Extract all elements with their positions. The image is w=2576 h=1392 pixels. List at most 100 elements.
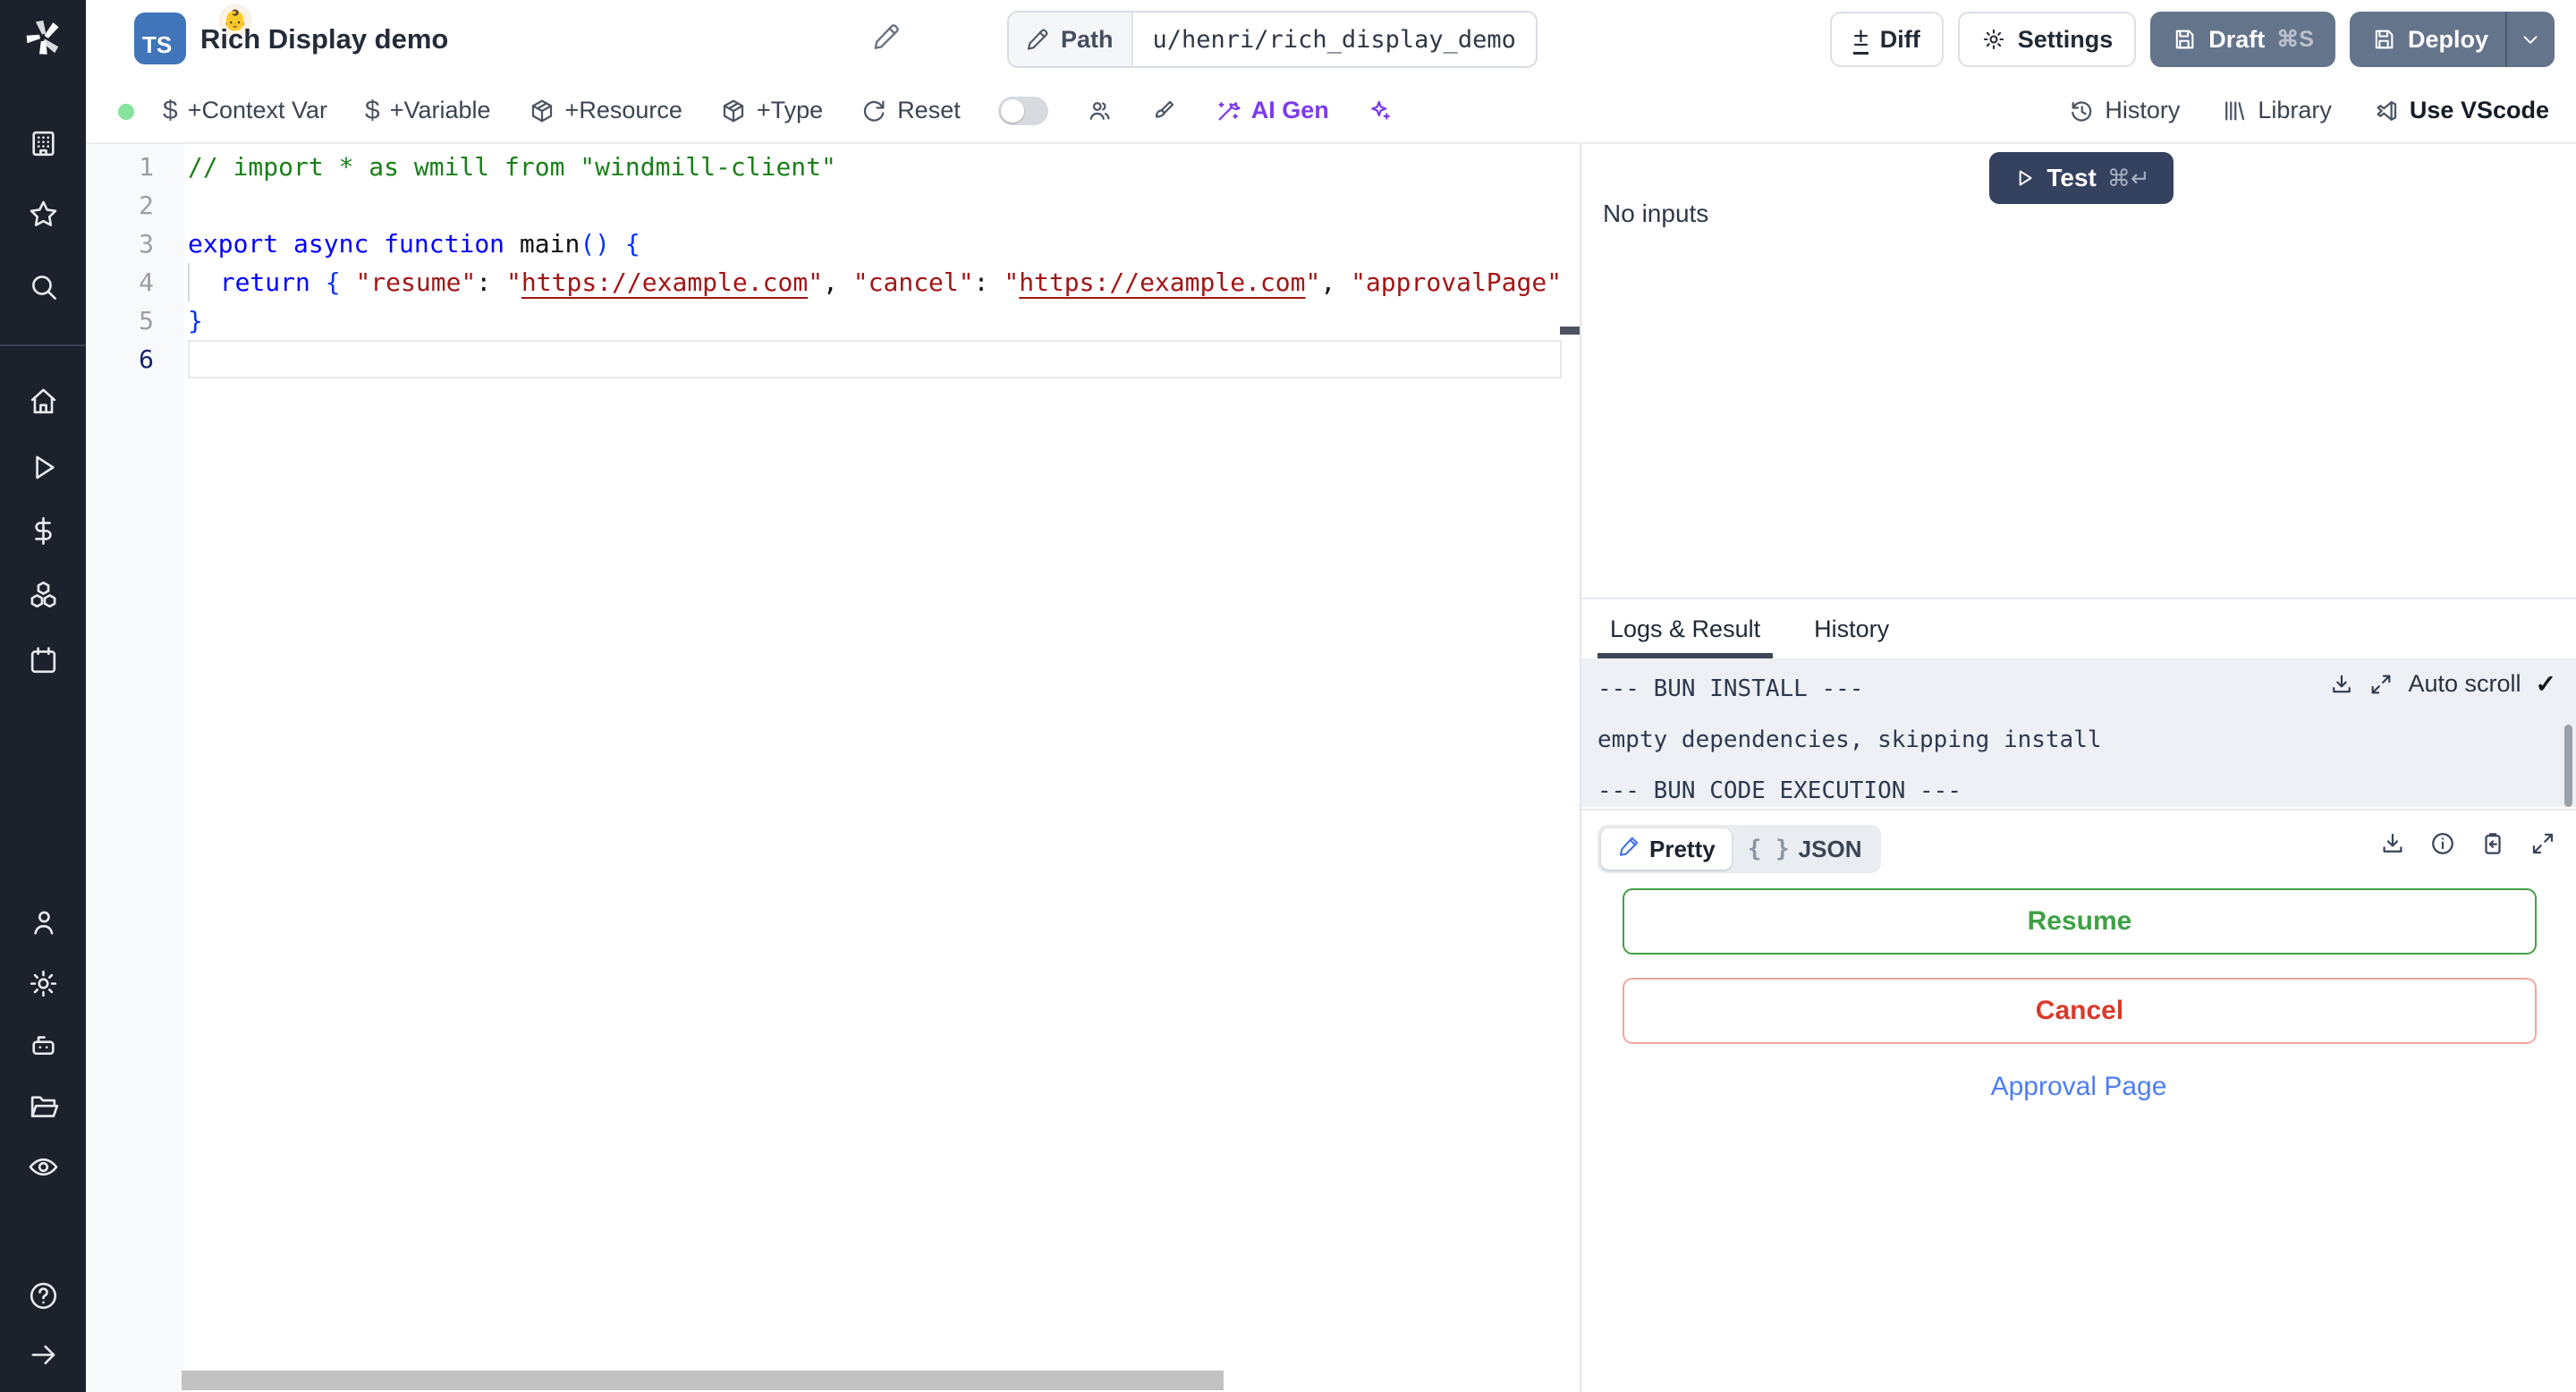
history-button[interactable]: History — [2068, 97, 2180, 124]
page-title: Rich Display demo — [200, 23, 449, 55]
line-number: 6 — [139, 344, 154, 374]
code-lines[interactable]: // import * as wmill from "windmill-clie… — [188, 148, 1562, 378]
package-icon — [531, 99, 552, 122]
line-number: 3 — [139, 229, 154, 259]
dollar-icon: $ — [163, 95, 178, 125]
save-icon — [2176, 30, 2194, 49]
edit-title-pencil-icon[interactable] — [871, 21, 902, 56]
format-brush-button[interactable] — [1150, 98, 1177, 124]
audit-eye-icon[interactable] — [0, 1147, 86, 1186]
add-resource-label: +Resource — [564, 97, 682, 123]
add-context-var-button[interactable]: $ +Context Var — [163, 96, 327, 126]
tab-logs-result[interactable]: Logs & Result — [1597, 599, 1774, 658]
use-vscode-label: Use VScode — [2409, 97, 2549, 123]
sparkles-button[interactable] — [1367, 98, 1394, 124]
add-variable-button[interactable]: $ +Variable — [365, 96, 491, 126]
draft-button[interactable]: Draft ⌘S — [2150, 12, 2335, 67]
typescript-badge: TS 👶 — [134, 5, 250, 64]
expand-icon[interactable] — [2368, 672, 2394, 697]
deploy-button[interactable]: Deploy — [2349, 12, 2555, 67]
download-icon[interactable] — [2329, 672, 2354, 697]
toolbar-toggle[interactable] — [997, 96, 1048, 125]
runs-play-icon[interactable] — [0, 447, 86, 487]
resume-button[interactable]: Resume — [1623, 888, 2537, 955]
test-shortcut: ⌘↵ — [2106, 164, 2150, 191]
toggle-knob — [1000, 98, 1024, 123]
add-variable-label: +Variable — [389, 97, 491, 123]
add-context-var-label: +Context Var — [187, 97, 328, 123]
add-type-button[interactable]: +Type — [720, 97, 823, 124]
code-line[interactable] — [188, 186, 1562, 225]
schedules-calendar-icon[interactable] — [0, 641, 86, 680]
settings-button[interactable]: Settings — [1957, 12, 2137, 67]
pencil-icon — [1027, 29, 1048, 50]
json-tab[interactable]: { } JSON — [1732, 828, 1878, 870]
path-value[interactable]: u/henri/rich_display_demo — [1133, 26, 1536, 54]
path-field[interactable]: Path u/henri/rich_display_demo — [1007, 11, 1538, 68]
download-icon[interactable] — [2379, 830, 2406, 857]
result-viewer: Pretty { } JSON Resume Cancel Approval P… — [1581, 809, 2576, 1392]
add-resource-button[interactable]: +Resource — [529, 97, 682, 124]
header-actions: ± Diff Settings Draft ⌘S Deploy — [1830, 12, 2555, 67]
highlighter-pen-icon — [1617, 835, 1640, 864]
variables-dollar-icon[interactable] — [0, 511, 86, 550]
workspace-building-icon[interactable] — [0, 123, 86, 163]
code-line[interactable]: return { "resume": "https://example.com"… — [188, 263, 1562, 301]
logs-scrollbar[interactable] — [2564, 725, 2572, 807]
tab-history[interactable]: History — [1814, 599, 1889, 658]
reset-button[interactable]: Reset — [860, 97, 961, 124]
editor-horizontal-scrollbar[interactable] — [182, 1371, 1224, 1390]
users-icon-button[interactable] — [1086, 98, 1113, 124]
vscode-icon — [2377, 100, 2397, 121]
chevron-down-icon — [2523, 36, 2538, 44]
home-icon[interactable] — [0, 381, 86, 420]
code-line[interactable] — [188, 340, 1562, 378]
expand-arrow-icon[interactable] — [0, 1335, 86, 1374]
code-line[interactable]: // import * as wmill from "windmill-clie… — [188, 148, 1562, 186]
users-icon — [1089, 101, 1110, 120]
help-icon[interactable] — [0, 1276, 86, 1315]
pretty-tab[interactable]: Pretty — [1601, 828, 1732, 870]
toolbar-right-group: History Library Use VScode — [2068, 97, 2549, 124]
settings-gear-icon[interactable] — [0, 963, 86, 1003]
sidebar-divider — [0, 344, 86, 346]
library-button[interactable]: Library — [2221, 97, 2332, 124]
clipboard-copy-icon[interactable] — [2479, 830, 2506, 857]
code-editor[interactable]: 1 2 3 4 5 6 // import * as wmill from "windmi… — [86, 144, 1580, 1392]
test-button[interactable]: Test ⌘↵ — [1989, 152, 2174, 204]
reset-label: Reset — [897, 97, 961, 123]
folders-icon[interactable] — [0, 1086, 86, 1125]
windmill-logo[interactable] — [0, 11, 86, 64]
resources-cubes-icon[interactable] — [0, 575, 86, 615]
info-icon[interactable] — [2429, 830, 2456, 857]
windmill-script-editor: TS 👶 Rich Display demo Path u/henri/rich… — [0, 0, 2576, 1392]
test-button-label: Test — [2046, 164, 2097, 191]
code-line[interactable]: export async function main() { — [188, 225, 1562, 263]
workers-robot-icon[interactable] — [0, 1025, 86, 1065]
log-line: --- BUN INSTALL --- — [1597, 675, 1864, 702]
history-clock-icon — [2072, 100, 2092, 122]
no-inputs-text: No inputs — [1603, 199, 1709, 227]
ai-gen-button[interactable]: AI Gen — [1215, 97, 1329, 124]
plus-minus-icon: ± — [1853, 24, 1868, 55]
auto-scroll-label[interactable]: Auto scroll — [2408, 670, 2521, 698]
line-number: 2 — [139, 191, 154, 220]
users-person-icon[interactable] — [0, 903, 86, 942]
maximize-icon[interactable] — [2529, 830, 2556, 857]
draft-shortcut: ⌘S — [2276, 27, 2314, 52]
log-line: empty dependencies, skipping install — [1597, 726, 2102, 753]
code-line[interactable]: } — [188, 301, 1562, 340]
ai-gen-label: AI Gen — [1250, 97, 1329, 123]
diff-button[interactable]: ± Diff — [1830, 12, 1944, 67]
left-sidebar — [0, 0, 86, 1392]
run-panel: Test ⌘↵ No inputs Logs & Result History … — [1581, 144, 2576, 1392]
use-vscode-button[interactable]: Use VScode — [2373, 97, 2549, 124]
curly-braces-icon: { } — [1747, 836, 1790, 862]
logs-viewer[interactable]: --- BUN INSTALL --- empty dependencies, s… — [1581, 658, 2576, 807]
approval-page-link[interactable]: Approval Page — [1581, 1072, 2576, 1102]
save-icon — [2375, 30, 2394, 49]
cancel-button[interactable]: Cancel — [1623, 978, 2537, 1044]
search-icon[interactable] — [0, 267, 86, 306]
favorites-star-icon[interactable] — [0, 194, 86, 233]
brush-icon — [1155, 100, 1174, 118]
